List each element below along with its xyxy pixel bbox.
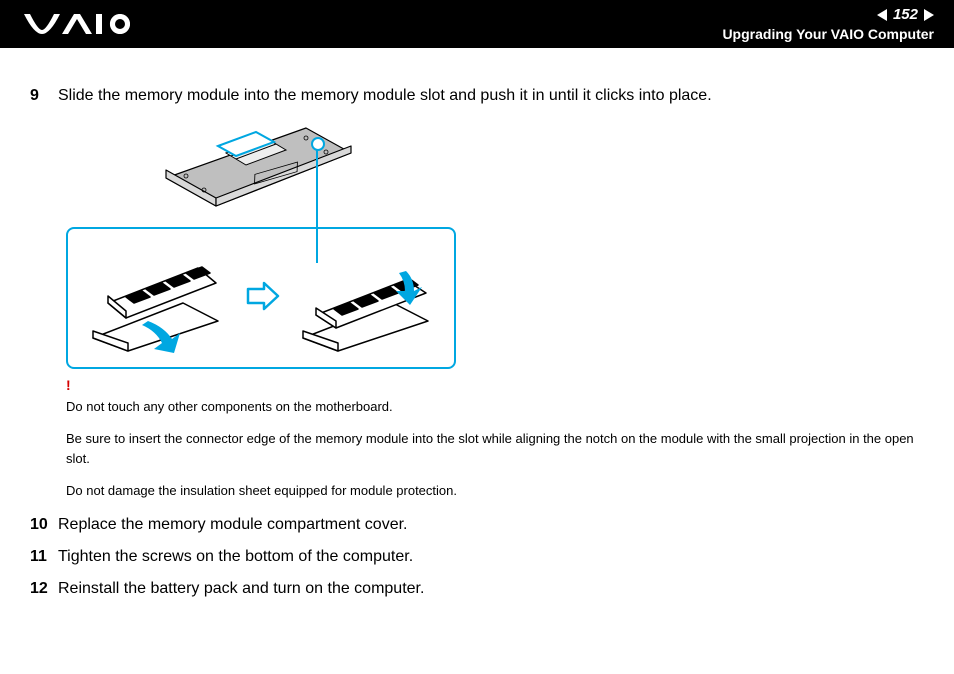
page-number: 152 — [893, 6, 918, 24]
step-number: 10 — [30, 513, 58, 537]
step-10: 10 Replace the memory module compartment… — [30, 513, 924, 537]
section-title: Upgrading Your VAIO Computer — [722, 26, 934, 43]
step-11: 11 Tighten the screws on the bottom of t… — [30, 545, 924, 569]
page-content: 9 Slide the memory module into the memor… — [0, 48, 954, 601]
step-number: 9 — [30, 84, 58, 108]
step-number: 11 — [30, 545, 58, 569]
step-text: Replace the memory module compartment co… — [58, 513, 924, 537]
memory-insert-step — [88, 243, 228, 353]
vaio-logo — [24, 12, 134, 36]
next-page-icon[interactable] — [924, 9, 934, 21]
caution-text: Do not damage the insulation sheet equip… — [66, 481, 924, 501]
laptop-underside-illustration — [156, 118, 356, 213]
caution-icon: ! — [66, 375, 924, 397]
header-bar: 152 Upgrading Your VAIO Computer — [0, 0, 954, 48]
instruction-figure — [66, 118, 924, 369]
step-12: 12 Reinstall the battery pack and turn o… — [30, 577, 924, 601]
caution-text: Be sure to insert the connector edge of … — [66, 429, 924, 469]
step-text: Slide the memory module into the memory … — [58, 84, 924, 108]
caution-text: Do not touch any other components on the… — [66, 397, 924, 417]
step-9: 9 Slide the memory module into the memor… — [30, 84, 924, 108]
prev-page-icon[interactable] — [877, 9, 887, 21]
step-text: Reinstall the battery pack and turn on t… — [58, 577, 924, 601]
sequence-arrow-icon — [246, 281, 280, 316]
page-navigation: 152 — [722, 6, 934, 24]
caution-block: ! Do not touch any other components on t… — [66, 375, 924, 501]
step-text: Tighten the screws on the bottom of the … — [58, 545, 924, 569]
memory-click-step — [298, 243, 438, 353]
memory-install-callout — [66, 227, 456, 369]
step-number: 12 — [30, 577, 58, 601]
